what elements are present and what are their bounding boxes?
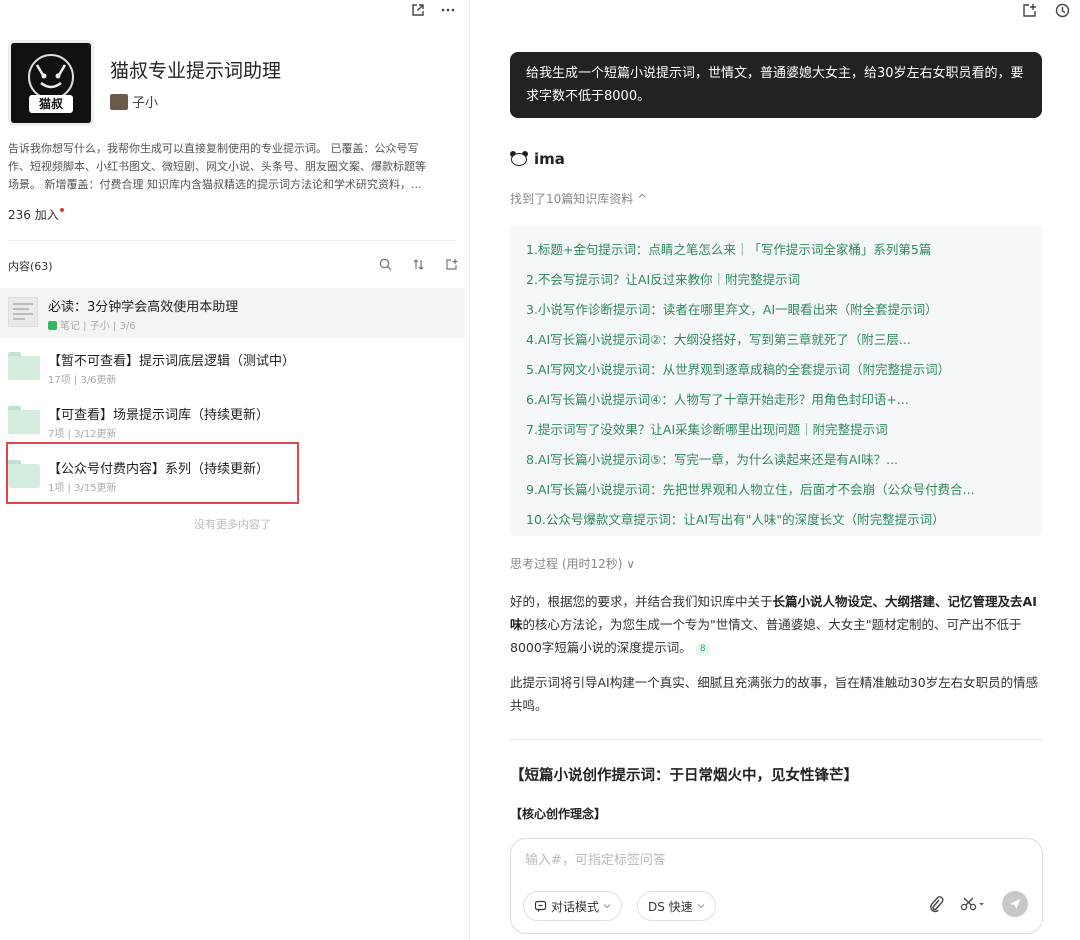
no-more-content: 没有更多内容了 <box>194 518 271 531</box>
prompt-subheading: 【核心创作理念】 <box>510 807 607 821</box>
panda-icon <box>510 151 528 167</box>
kb-description-line: 场景。 新增覆盖：付费合理 知识库内含猫叔精选的提示词方法论和学术研究资料，..… <box>8 178 422 191</box>
owner-avatar <box>110 93 128 110</box>
attachment-icon[interactable] <box>928 895 944 913</box>
answer-text: 好的，根据您的要求，并结合我们知识库中关于 <box>510 594 773 609</box>
model-label: DS 快速 <box>648 899 693 914</box>
item-title: 必读：3分钟学会高效使用本助理 <box>48 300 239 315</box>
item-meta: 17项 | 3/6更新 <box>48 375 117 386</box>
scissors-icon[interactable] <box>960 896 986 912</box>
owner-name: 子小 <box>132 96 159 111</box>
knowledge-base-pane: 猫叔 猫叔专业提示词助理 子小 告诉我你想写什么，我帮你生成可以直接复制使用的专… <box>0 0 470 940</box>
reference-link[interactable]: 7.提示词写了没效果？让AI采集诊断哪里出现问题｜附完整提示词 <box>526 412 1026 442</box>
new-chat-icon[interactable] <box>1022 3 1037 18</box>
divider <box>510 739 1042 740</box>
add-content-icon[interactable] <box>445 258 458 271</box>
reference-link[interactable]: 5.AI写网文小说提示词：从世界观到逐章成稿的全套提示词（附完整提示词） <box>526 352 1026 382</box>
app-root: 猫叔 猫叔专业提示词助理 子小 告诉我你想写什么，我帮你生成可以直接复制使用的专… <box>0 0 1080 940</box>
kb-header: 猫叔 猫叔专业提示词助理 子小 <box>8 40 463 128</box>
answer-text: 的核心方法论，为您生成一个专为"世情文、普通婆媳、大女主"题材定制的、可产出不低… <box>510 617 1022 655</box>
citation-badge[interactable]: 8 <box>695 643 710 656</box>
bot-name: ima <box>534 150 565 168</box>
content-tools <box>379 258 458 271</box>
chat-pane: 给我生成一个短篇小说提示词，世情文，普通婆媳大女主，给30岁左右女职员看的，要求… <box>471 0 1080 940</box>
chat-composer: 对话模式 DS 快速 <box>510 838 1043 934</box>
doc-thumb-icon <box>8 297 38 327</box>
share-icon[interactable] <box>411 3 425 17</box>
item-meta-text: 笔记 | 子小 | 3/6 <box>60 321 136 332</box>
list-item[interactable]: 【可查看】场景提示词库（持续更新） 7项 | 3/12更新 <box>0 396 465 446</box>
reference-link[interactable]: 2.不会写提示词？让AI反过来教你｜附完整提示词 <box>526 262 1026 292</box>
references-toggle[interactable]: 找到了10篇知识库资料 ^ <box>510 190 647 207</box>
answer-paragraph: 好的，根据您的要求，并结合我们知识库中关于长篇小说人物设定、大纲搭建、记忆管理及… <box>510 590 1045 659</box>
item-meta: 7项 | 3/12更新 <box>48 429 117 440</box>
reference-link[interactable]: 1.标题+金句提示词：点睛之笔怎么来｜「写作提示词全家桶」系列第5篇 <box>526 232 1026 262</box>
reference-link[interactable]: 8.AI写长篇小说提示词⑤：写完一章，为什么读起来还是有AI味？... <box>526 442 1026 472</box>
kb-description-line: 告诉我你想写什么，我帮你生成可以直接复制使用的专业提示词。 已覆盖：公众号写 <box>8 142 419 155</box>
document-thumbnail <box>8 297 40 327</box>
kb-description: 告诉我你想写什么，我帮你生成可以直接复制使用的专业提示词。 已覆盖：公众号写 作… <box>8 140 463 194</box>
highlight-annotation-box <box>6 442 299 504</box>
references-list: 1.标题+金句提示词：点睛之笔怎么来｜「写作提示词全家桶」系列第5篇 2.不会写… <box>510 226 1042 536</box>
divider <box>8 240 455 241</box>
chat-bubble-icon <box>534 900 547 913</box>
item-title: 【暂不可查看】提示词底层逻辑（测试中） <box>48 354 296 369</box>
more-icon[interactable] <box>441 8 455 12</box>
model-select-button[interactable]: DS 快速 <box>637 891 716 921</box>
content-header: 内容(63) <box>8 258 458 274</box>
content-count-label: 内容(63) <box>8 260 53 273</box>
prompt-heading: 【短篇小说创作提示词：于日常烟火中，见女性锋芒】 <box>510 768 858 784</box>
join-count-label: 236 加入 <box>8 208 59 222</box>
history-icon[interactable] <box>1055 3 1070 18</box>
left-toolbar <box>411 0 455 20</box>
item-title: 【可查看】场景提示词库（持续更新） <box>48 408 270 423</box>
note-icon <box>48 321 57 330</box>
folder-icon <box>8 352 40 382</box>
thinking-process-toggle[interactable]: 思考过程 (用时12秒) ∨ <box>510 555 635 572</box>
reference-link[interactable]: 6.AI写长篇小说提示词④：人物写了十章开始走形？用角色封印语+... <box>526 382 1026 412</box>
notification-dot <box>59 208 64 212</box>
bot-header: ima <box>510 150 565 168</box>
chat-input[interactable] <box>525 853 1025 868</box>
send-button[interactable] <box>1002 891 1028 917</box>
kb-avatar-label: 猫叔 <box>38 97 63 111</box>
send-icon <box>1010 899 1020 909</box>
dialog-mode-button[interactable]: 对话模式 <box>523 891 623 921</box>
item-meta: 笔记 | 子小 | 3/6 <box>48 317 136 332</box>
user-message-bubble: 给我生成一个短篇小说提示词，世情文，普通婆媳大女主，给30岁左右女职员看的，要求… <box>510 52 1042 118</box>
reference-link[interactable]: 9.AI写长篇小说提示词：先把世界观和人物立住，后面才不会崩（公众号付费合... <box>526 472 1026 502</box>
dialog-mode-label: 对话模式 <box>551 899 600 914</box>
folder-icon <box>8 406 40 436</box>
join-count[interactable]: 236 加入 <box>8 206 64 223</box>
chevron-down-icon <box>697 903 705 909</box>
right-toolbar <box>1022 0 1070 20</box>
search-icon[interactable] <box>379 258 392 271</box>
kb-title: 猫叔专业提示词助理 <box>110 60 282 82</box>
reference-link[interactable]: 4.AI写长篇小说提示词②：大纲没搭好，写到第三章就死了（附三层... <box>526 322 1026 352</box>
sort-icon[interactable] <box>412 258 425 271</box>
kb-owner[interactable]: 子小 <box>110 92 158 111</box>
kb-avatar: 猫叔 <box>8 40 94 126</box>
list-item[interactable]: 【暂不可查看】提示词底层逻辑（测试中） 17项 | 3/6更新 <box>0 342 465 392</box>
composer-tools <box>928 891 1028 917</box>
list-item[interactable]: 必读：3分钟学会高效使用本助理 笔记 | 子小 | 3/6 <box>0 288 465 338</box>
chevron-down-icon <box>603 903 611 909</box>
answer-paragraph: 此提示词将引导AI构建一个真实、细腻且充满张力的故事，旨在精准触动30岁左右女职… <box>510 675 1039 713</box>
reference-link[interactable]: 3.小说写作诊断提示词：读者在哪里弃文，AI一眼看出来（附全套提示词） <box>526 292 1026 322</box>
kb-description-line: 作、短视频脚本、小红书图文、微短剧、网文小说、头条号、朋友圈文案、爆款标题等 <box>8 160 426 173</box>
reference-link[interactable]: 10.公众号爆款文章提示词：让AI写出有"人味"的深度长文（附完整提示词） <box>526 502 1026 532</box>
